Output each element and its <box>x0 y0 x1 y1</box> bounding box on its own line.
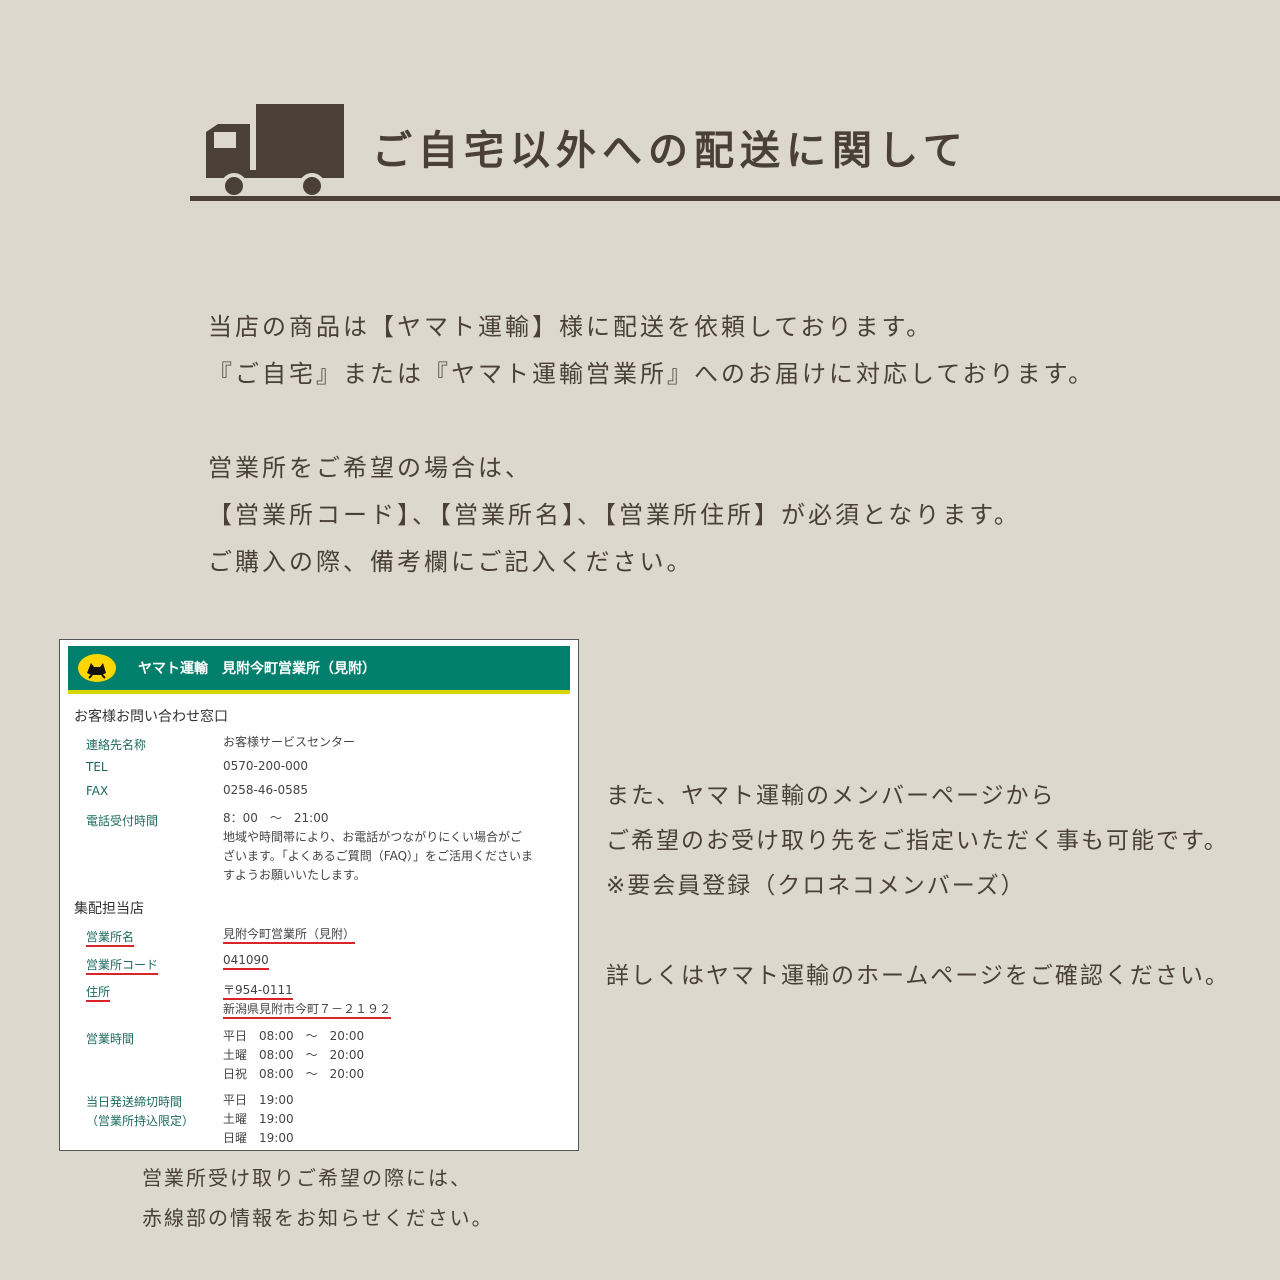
note-line: ※要会員登録（クロネコメンバーズ） <box>606 873 1026 899</box>
caption-line: 営業所受け取りご希望の際には、 <box>142 1166 472 1190</box>
contact-note-line: すようお願いいたします。 <box>223 868 366 882</box>
note-line: 詳しくはヤマト運輸のホームページをご確認ください。 <box>606 963 1230 989</box>
postal-code: 〒954-0111 <box>223 983 293 1000</box>
banner-title: ヤマト運輸 見附今町営業所（見附） <box>138 661 376 677</box>
branch-code: 041090 <box>223 953 269 970</box>
yamato-banner: ヤマト運輸 見附今町営業所（見附） <box>68 646 570 694</box>
contact-label: TEL <box>86 760 108 774</box>
header-divider <box>190 196 1280 201</box>
intro-line: 営業所をご希望の場合は、 <box>208 454 532 482</box>
intro-line: 『ご自宅』または『ヤマト運輸営業所』へのお届けに対応しております。 <box>208 360 1096 388</box>
contact-value: 8：00 ～ 21:00 <box>223 811 329 825</box>
note-line: ご希望のお受け取り先をご指定いただく事も可能です。 <box>606 828 1229 854</box>
branch-code-label: 営業所コード <box>86 958 159 975</box>
contact-heading: お客様お問い合わせ窓口 <box>74 709 228 725</box>
intro-line <box>208 398 1095 445</box>
branch-address: 新潟県見附市今町７－２１９２ <box>223 1002 392 1019</box>
cutoff-row: 土曜 19:00 <box>223 1112 294 1126</box>
screenshot-caption: 営業所受け取りご希望の際には、 赤線部の情報をお知らせください。 <box>142 1158 494 1238</box>
yamato-branch-screenshot: ヤマト運輸 見附今町営業所（見附） お客様お問い合わせ窓口 連絡先名称 お客様サ… <box>59 639 579 1151</box>
contact-label: FAX <box>86 784 109 798</box>
note-line <box>606 909 1230 954</box>
cutoff-row: 平日 19:00 <box>223 1093 294 1107</box>
address-label: 住所 <box>86 985 111 1002</box>
intro-line: 【営業所コード】、【営業所名】、【営業所住所】が必須となります。 <box>208 501 1021 529</box>
branch-name-label: 営業所名 <box>86 930 135 947</box>
cutoff-label: 当日発送締切時間 <box>86 1095 183 1109</box>
hours-row: 土曜 08:00 ～ 20:00 <box>223 1048 365 1062</box>
caption-line: 赤線部の情報をお知らせください。 <box>142 1206 494 1230</box>
cutoff-sublabel: （営業所持込限定） <box>86 1114 195 1128</box>
contact-label: 連絡先名称 <box>86 738 147 752</box>
yamato-cat-logo-icon <box>78 654 116 682</box>
intro-line: 当店の商品は【ヤマト運輸】様に配送を依頼しております。 <box>208 313 934 341</box>
contact-note-line: 地域や時間帯により、お電話がつながりにくい場合がご <box>223 830 523 844</box>
contact-note-line: ざいます。「よくあるご質問（FAQ）」をご活用くださいま <box>223 849 534 863</box>
hours-row: 日祝 08:00 ～ 20:00 <box>223 1067 365 1081</box>
branch-heading: 集配担当店 <box>74 901 144 917</box>
contact-label: 電話受付時間 <box>86 814 159 828</box>
intro-text: 当店の商品は【ヤマト運輸】様に配送を依頼しております。 『ご自宅』または『ヤマト… <box>208 304 1095 586</box>
contact-value: お客様サービスセンター <box>223 735 356 749</box>
member-page-note: また、ヤマト運輸のメンバーページから ご希望のお受け取り先をご指定いただく事も可… <box>606 774 1230 999</box>
cutoff-row: 日曜 19:00 <box>223 1131 294 1145</box>
page-title: ご自宅以外への配送に関して <box>372 128 969 174</box>
contact-value: 0258-46-0585 <box>223 783 309 797</box>
hours-label: 営業時間 <box>86 1032 135 1046</box>
branch-name: 見附今町営業所（見附） <box>223 927 356 944</box>
contact-value: 0570-200-000 <box>223 759 309 773</box>
hours-row: 平日 08:00 ～ 20:00 <box>223 1029 365 1043</box>
truck-icon <box>206 104 344 199</box>
note-line: また、ヤマト運輸のメンバーページから <box>606 783 1056 809</box>
intro-line: ご購入の際、備考欄にご記入ください。 <box>208 548 694 576</box>
